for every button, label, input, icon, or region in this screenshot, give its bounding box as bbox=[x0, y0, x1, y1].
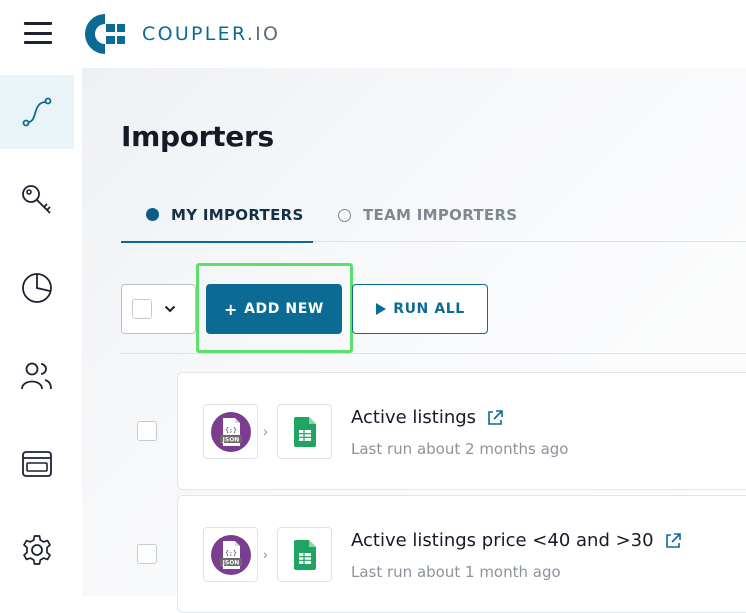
importer-title-text: Active listings price <40 and >30 bbox=[351, 530, 654, 551]
sidebar-item-billing[interactable] bbox=[0, 427, 74, 501]
svg-text:{;}: {;} bbox=[225, 426, 237, 434]
sidebar-item-importers[interactable] bbox=[0, 75, 74, 149]
plus-icon: + bbox=[224, 299, 239, 319]
destination-sheets-tile bbox=[277, 404, 332, 459]
select-all-checkbox[interactable] bbox=[132, 299, 152, 319]
logo-wordmark: COUPLER.IO bbox=[142, 23, 281, 45]
importer-title: Active listings price <40 and >30 bbox=[351, 530, 682, 551]
main-content: Importers MY IMPORTERS TEAM IMPORTERS + … bbox=[82, 68, 746, 613]
last-run-text: Last run about 2 months ago bbox=[351, 440, 569, 458]
svg-text:{;}: {;} bbox=[225, 549, 237, 557]
row-checkbox[interactable] bbox=[137, 421, 157, 441]
google-sheets-icon bbox=[293, 416, 316, 447]
source-json-tile: {;} JSON bbox=[203, 527, 258, 582]
tab-label: MY IMPORTERS bbox=[171, 205, 304, 224]
key-icon bbox=[22, 185, 51, 214]
sidebar-item-analytics[interactable] bbox=[0, 251, 74, 325]
chevron-right-icon: › bbox=[263, 423, 268, 439]
external-link-icon[interactable] bbox=[664, 532, 682, 550]
gear-icon bbox=[23, 535, 51, 565]
divider bbox=[121, 353, 746, 354]
importer-card[interactable]: {;} JSON › Active listings price <40 and… bbox=[177, 495, 746, 613]
play-icon bbox=[376, 303, 387, 315]
sidebar-item-keys[interactable] bbox=[0, 163, 74, 237]
chevron-right-icon: › bbox=[263, 546, 268, 562]
run-all-button[interactable]: RUN ALL bbox=[352, 284, 488, 334]
tab-team-importers[interactable]: TEAM IMPORTERS bbox=[338, 188, 517, 242]
row-checkbox[interactable] bbox=[137, 544, 157, 564]
pie-chart-icon bbox=[22, 273, 52, 303]
sidebar-item-team[interactable] bbox=[0, 339, 74, 413]
flow-curve-icon bbox=[22, 97, 52, 127]
json-icon: {;} JSON bbox=[210, 534, 251, 575]
svg-text:JSON: JSON bbox=[221, 436, 239, 443]
radio-selected-icon bbox=[146, 208, 159, 221]
importer-title-text: Active listings bbox=[351, 407, 477, 428]
external-link-icon[interactable] bbox=[486, 409, 504, 427]
sidebar bbox=[0, 68, 82, 596]
coupler-logo[interactable]: COUPLER.IO bbox=[82, 11, 280, 57]
last-run-text: Last run about 1 month ago bbox=[351, 563, 561, 581]
source-json-tile: {;} JSON bbox=[203, 404, 258, 459]
credit-card-icon bbox=[22, 451, 52, 477]
svg-text:JSON: JSON bbox=[221, 559, 239, 566]
add-new-label: ADD NEW bbox=[244, 301, 324, 317]
importer-tabs: MY IMPORTERS TEAM IMPORTERS bbox=[121, 188, 746, 243]
app-header: COUPLER.IO bbox=[0, 0, 746, 68]
destination-sheets-tile bbox=[277, 527, 332, 582]
page-title: Importers bbox=[121, 120, 274, 153]
json-icon: {;} JSON bbox=[210, 411, 251, 452]
importer-card[interactable]: {;} JSON › Active listings Last run abou… bbox=[177, 372, 746, 490]
chevron-down-icon[interactable] bbox=[164, 305, 176, 313]
importer-title: Active listings bbox=[351, 407, 504, 428]
run-all-label: RUN ALL bbox=[393, 301, 465, 317]
sidebar-item-settings[interactable] bbox=[0, 513, 74, 587]
tab-my-importers[interactable]: MY IMPORTERS bbox=[121, 188, 313, 243]
hamburger-menu-icon[interactable] bbox=[24, 22, 52, 44]
add-new-button[interactable]: + ADD NEW bbox=[206, 284, 342, 334]
tab-label: TEAM IMPORTERS bbox=[363, 206, 518, 224]
google-sheets-icon bbox=[293, 539, 316, 570]
users-icon bbox=[21, 362, 52, 390]
radio-unselected-icon bbox=[338, 208, 351, 222]
coupler-logo-icon bbox=[85, 14, 125, 54]
select-all-dropdown[interactable] bbox=[121, 284, 196, 334]
